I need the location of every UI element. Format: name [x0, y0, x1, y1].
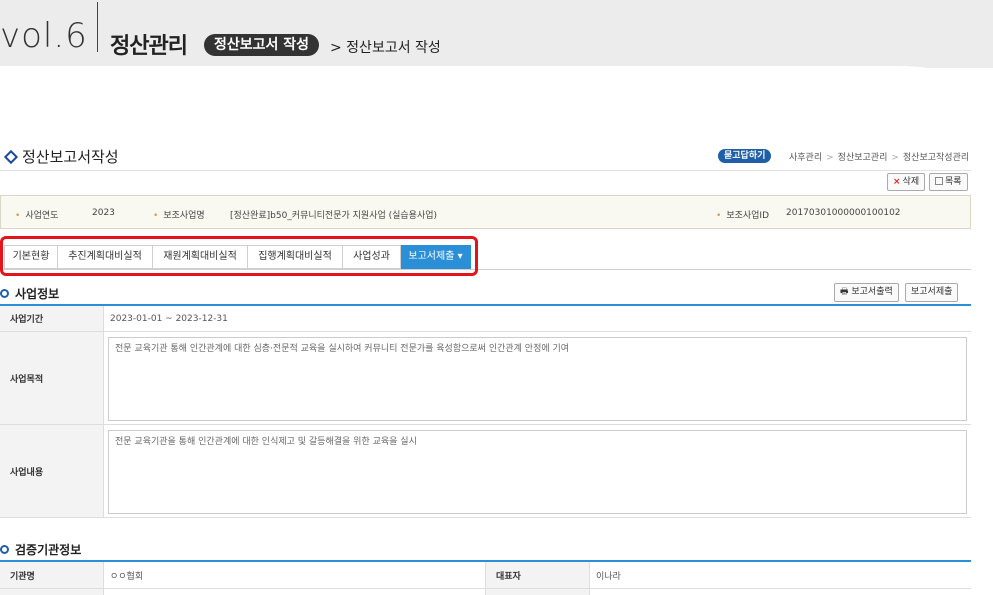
- qa-button[interactable]: 묻고답하기: [718, 149, 772, 163]
- project-value: [정산완료]b50_커뮤니티전문가 지원사업 (실습용사업): [230, 211, 438, 221]
- breadcrumb: 사후관리 > 정산보고관리 > 정산보고작성관리: [789, 153, 970, 163]
- delete-label: 삭제: [902, 177, 920, 187]
- banner-curve: [0, 66, 993, 100]
- table-row: 사업목적 전문 교육기관 통해 인간관계에 대한 심층·전문적 교육을 실시하여…: [0, 332, 971, 425]
- table-row: 기관명 ㅇㅇ협회 대표자 이나라: [0, 562, 971, 589]
- purpose-textarea[interactable]: 전문 교육기관 통해 인간관계에 대한 심층·전문적 교육을 실시하여 커뮤니티…: [108, 337, 967, 421]
- page-title: 정산보고서작성: [3, 146, 119, 167]
- diamond-icon: [3, 149, 19, 164]
- next-row-label: [0, 589, 104, 595]
- print-label: 보고서출력: [851, 287, 893, 297]
- year-label: 사업연도: [15, 208, 58, 221]
- print-report-button[interactable]: 🖶 보고서출력: [834, 283, 899, 302]
- table-row: [0, 589, 971, 595]
- year-value: 2023: [92, 208, 115, 218]
- project-label: 보조사업명: [153, 208, 204, 221]
- circle-bullet-icon: [0, 545, 9, 554]
- page-title-text: 정산보고서작성: [22, 148, 119, 166]
- circle-bullet-icon: [0, 289, 9, 298]
- content-label: 사업내용: [0, 425, 104, 517]
- org-label: 기관명: [0, 562, 104, 588]
- next-row-value: [104, 589, 486, 595]
- breadcrumb-item[interactable]: 정산보고작성관리: [903, 153, 969, 163]
- business-info-heading-text: 사업정보: [15, 287, 60, 301]
- business-info-heading: 사업정보: [0, 285, 59, 302]
- project-id-value: 20170301000000100102: [786, 208, 901, 218]
- tabs-highlight-box: [0, 236, 478, 276]
- next-row-value-2: [590, 589, 971, 595]
- verification-heading: 검증기관정보: [0, 541, 81, 558]
- table-row: 사업기간 2023-01-01 ~ 2023-12-31: [0, 306, 971, 332]
- business-info-table: 사업기간 2023-01-01 ~ 2023-12-31 사업목적 전문 교육기…: [0, 304, 971, 518]
- period-value: 2023-01-01 ~ 2023-12-31: [110, 313, 228, 324]
- breadcrumb-item[interactable]: 정산보고관리: [838, 153, 888, 163]
- delete-button[interactable]: × 삭제: [887, 173, 926, 191]
- verification-table: 기관명 ㅇㅇ협회 대표자 이나라: [0, 560, 971, 595]
- printer-icon: 🖶: [840, 287, 849, 297]
- breadcrumb-item[interactable]: 사후관리: [789, 153, 822, 163]
- divider: [0, 170, 971, 171]
- rep-label: 대표자: [486, 562, 590, 588]
- table-row: 사업내용 전문 교육기관을 통해 인간관계에 대한 인식제고 및 갈등해결을 위…: [0, 425, 971, 518]
- list-icon: [935, 177, 943, 185]
- period-label: 사업기간: [0, 306, 104, 331]
- rep-value: 이나라: [596, 571, 621, 582]
- org-value: ㅇㅇ협회: [104, 562, 486, 588]
- project-info-box: 사업연도 2023 보조사업명 [정산완료]b50_커뮤니티전문가 지원사업 (…: [0, 195, 971, 229]
- content-textarea[interactable]: 전문 교육기관을 통해 인간관계에 대한 인식제고 및 갈등해결을 위한 교육을…: [108, 430, 967, 514]
- next-row-label-2: [486, 589, 590, 595]
- list-label: 목록: [945, 177, 962, 187]
- submit-report-button[interactable]: 보고서제출: [905, 283, 959, 302]
- verification-heading-text: 검증기관정보: [15, 543, 82, 557]
- list-button[interactable]: 목록: [929, 173, 968, 191]
- purpose-label: 사업목적: [0, 332, 104, 424]
- close-icon: ×: [893, 177, 901, 187]
- project-id-label: 보조사업ID: [716, 208, 769, 221]
